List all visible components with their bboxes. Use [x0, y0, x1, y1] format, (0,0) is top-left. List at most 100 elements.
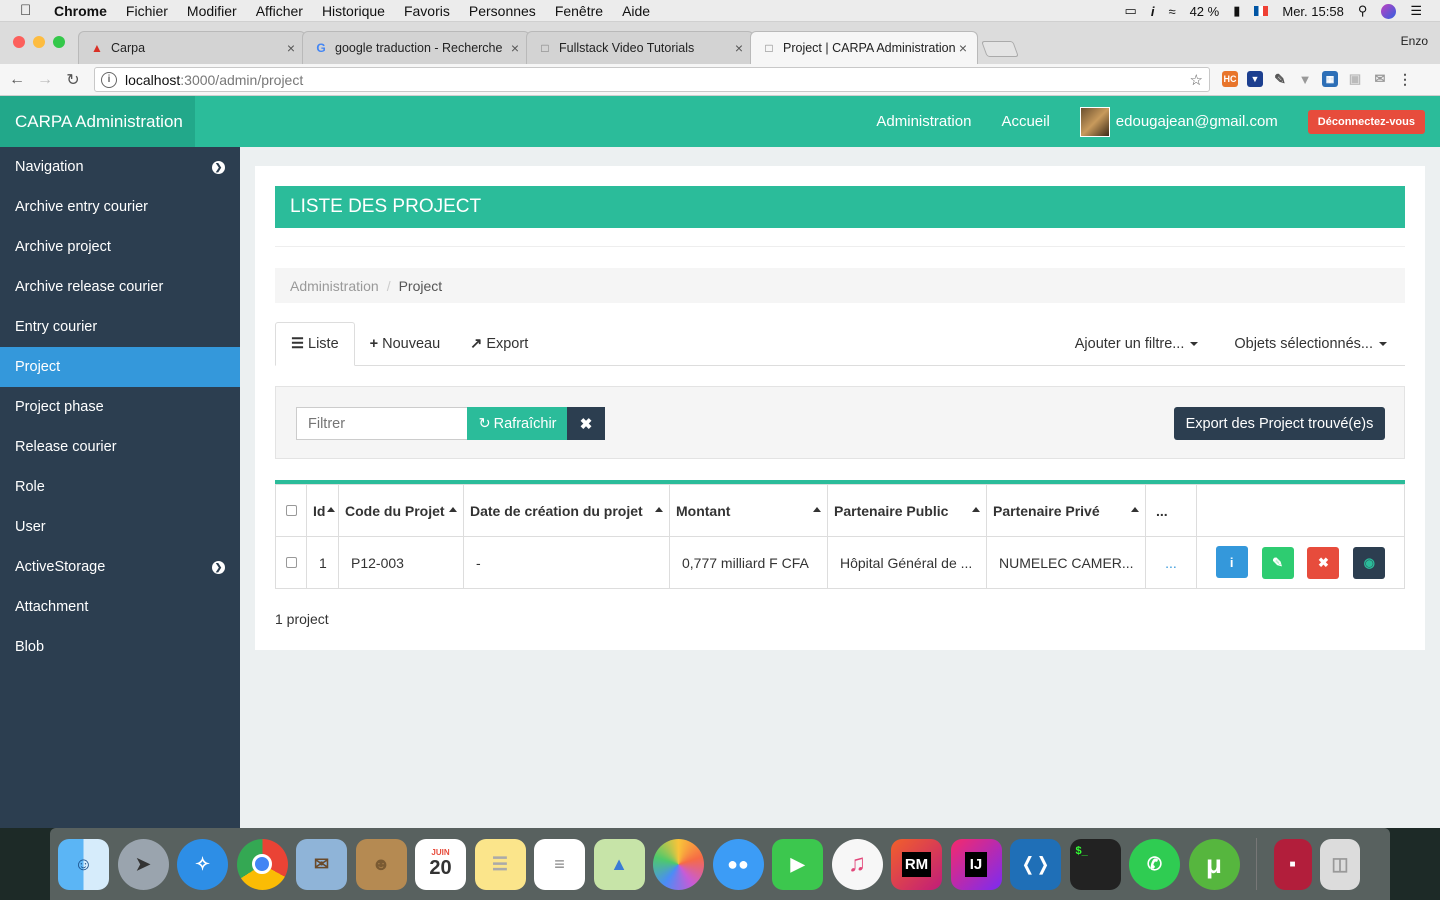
user-email[interactable]: edougajean@gmail.com [1116, 113, 1278, 130]
browser-tab-project[interactable]: □ Project | CARPA Administration × [750, 31, 978, 64]
new-tab-button[interactable] [981, 41, 1019, 57]
photos-icon[interactable] [653, 838, 704, 890]
col-montant[interactable]: Montant [669, 484, 828, 537]
messages-icon[interactable]: ●● [712, 838, 764, 890]
battery-percent[interactable]: 42 % [1190, 4, 1220, 19]
header-link-accueil[interactable]: Accueil [1001, 113, 1049, 130]
menu-modifier[interactable]: Modifier [187, 3, 237, 19]
utorrent-icon[interactable]: μ [1188, 838, 1240, 890]
menu-afficher[interactable]: Afficher [256, 3, 303, 19]
menu-fichier[interactable]: Fichier [126, 3, 168, 19]
col-id[interactable]: Id [306, 484, 339, 537]
maximize-window-icon[interactable] [53, 36, 65, 48]
close-tab-icon[interactable]: × [287, 40, 295, 56]
clock[interactable]: Mer. 15:58 [1282, 4, 1343, 19]
apple-icon[interactable]:  [20, 2, 38, 19]
col-date[interactable]: Date de création du projet [463, 484, 670, 537]
reminders-icon[interactable]: ≡ [534, 838, 585, 890]
col-code[interactable]: Code du Projet [338, 484, 464, 537]
sidebar-item-archive-entry-courier[interactable]: Archive entry courier [0, 187, 240, 227]
export-found-button[interactable]: Export des Project trouvé(e)s [1174, 407, 1385, 440]
sidebar-item-blob[interactable]: Blob [0, 627, 240, 667]
extension-mail-icon[interactable]: ✉ [1372, 71, 1388, 87]
vscode-icon[interactable]: ❬❭ [1010, 838, 1061, 890]
mail-icon[interactable]: ✉ [296, 838, 347, 890]
safari-icon[interactable]: ✧ [177, 838, 228, 890]
forward-icon[interactable]: → [34, 71, 56, 89]
menu-personnes[interactable]: Personnes [469, 3, 536, 19]
itunes-icon[interactable]: ♫ [831, 838, 883, 890]
sidebar-item-user[interactable]: User [0, 507, 240, 547]
book-icon[interactable]: ■ [1273, 838, 1312, 890]
info-button[interactable]: i [1215, 546, 1248, 579]
spotlight-icon[interactable]: ⚲ [1358, 3, 1368, 19]
reload-icon[interactable]: ↻ [62, 70, 84, 90]
breadcrumb-administration[interactable]: Administration [290, 278, 379, 294]
show-button[interactable]: ◉ [1353, 546, 1386, 579]
flag-icon[interactable] [1254, 6, 1269, 16]
row-checkbox[interactable] [285, 556, 297, 568]
add-filter-dropdown[interactable]: Ajouter un filtre... [1057, 322, 1217, 365]
notes-icon[interactable]: ☰ [474, 838, 526, 890]
delete-button[interactable]: ✖ [1307, 546, 1340, 579]
contacts-icon[interactable]: ☻ [355, 838, 407, 890]
extension-calendar-icon[interactable]: ▦ [1322, 71, 1338, 87]
notification-center-icon[interactable]: ☰ [1410, 3, 1422, 19]
close-tab-icon[interactable]: × [511, 40, 519, 56]
sidebar-item-activestorage[interactable]: ActiveStorage ❯ [0, 547, 240, 587]
extension-pocket-icon[interactable]: ▼ [1247, 71, 1263, 87]
menu-favoris[interactable]: Favoris [404, 3, 450, 19]
sidebar-item-attachment[interactable]: Attachment [0, 587, 240, 627]
back-icon[interactable]: ← [6, 71, 28, 89]
extension-hc-icon[interactable]: HC [1222, 71, 1238, 87]
trash-icon[interactable]: ◫ [1320, 838, 1360, 890]
sidebar-item-release-courier[interactable]: Release courier [0, 427, 240, 467]
menu-fenetre[interactable]: Fenêtre [555, 3, 603, 19]
filter-input[interactable] [296, 407, 468, 440]
browser-tab-carpa[interactable]: ▲ Carpa × [78, 31, 306, 64]
select-all-checkbox[interactable] [285, 504, 297, 516]
tab-liste[interactable]: ☰ Liste [275, 322, 355, 366]
intellij-icon[interactable]: IJ [950, 838, 1002, 890]
close-tab-icon[interactable]: × [735, 40, 743, 56]
menu-app-name[interactable]: Chrome [54, 3, 107, 19]
avatar[interactable] [1079, 106, 1110, 137]
logout-button[interactable]: Déconnectez-vous [1307, 109, 1425, 134]
wifi-icon[interactable]: ≈ [1168, 4, 1175, 19]
finder-icon[interactable]: ☺ [58, 838, 109, 890]
sidebar-item-archive-release-courier[interactable]: Archive release courier [0, 267, 240, 307]
site-info-icon[interactable]: i [101, 71, 117, 88]
maps-icon[interactable]: ▲ [593, 838, 645, 890]
siri-icon[interactable] [1381, 3, 1397, 19]
sidebar-item-entry-courier[interactable]: Entry courier [0, 307, 240, 347]
selected-objects-dropdown[interactable]: Objets sélectionnés... [1216, 322, 1405, 365]
edit-button[interactable]: ✎ [1261, 546, 1294, 579]
chrome-icon[interactable] [236, 838, 288, 890]
menu-aide[interactable]: Aide [622, 3, 650, 19]
close-window-icon[interactable] [13, 36, 25, 48]
calendar-icon[interactable]: JUIN 20 [415, 838, 466, 890]
info-icon[interactable]: i [1151, 4, 1155, 19]
facetime-icon[interactable]: ▶ [772, 838, 823, 890]
menu-historique[interactable]: Historique [322, 3, 385, 19]
sidebar-item-role[interactable]: Role [0, 467, 240, 507]
terminal-icon[interactable]: $_ [1069, 838, 1121, 890]
tab-export[interactable]: ↗ Export [455, 322, 543, 365]
whatsapp-icon[interactable]: ✆ [1129, 838, 1180, 890]
rubymine-icon[interactable]: RM [891, 838, 942, 890]
extension-eyedropper-icon[interactable]: ✎ [1272, 71, 1288, 87]
tab-nouveau[interactable]: + Nouveau [355, 322, 456, 365]
extension-vue-icon[interactable]: ▼ [1297, 71, 1313, 87]
sidebar-item-navigation[interactable]: Navigation ❯ [0, 147, 240, 187]
profile-name[interactable]: Enzo [1401, 34, 1428, 48]
brand-logo[interactable]: CARPA Administration [0, 96, 195, 147]
address-bar[interactable]: i localhost:3000/admin/project ☆ [94, 67, 1210, 92]
browser-tab-google[interactable]: G google traduction - Recherche × [302, 31, 530, 64]
chrome-menu-icon[interactable]: ⋮ [1397, 71, 1413, 87]
close-tab-icon[interactable]: × [959, 40, 967, 56]
col-public[interactable]: Partenaire Public [827, 484, 987, 537]
sidebar-item-project[interactable]: Project [0, 347, 240, 387]
launchpad-icon[interactable]: ➤ [117, 838, 169, 890]
clear-filter-button[interactable]: ✖ [567, 407, 605, 440]
minimize-window-icon[interactable] [33, 36, 45, 48]
